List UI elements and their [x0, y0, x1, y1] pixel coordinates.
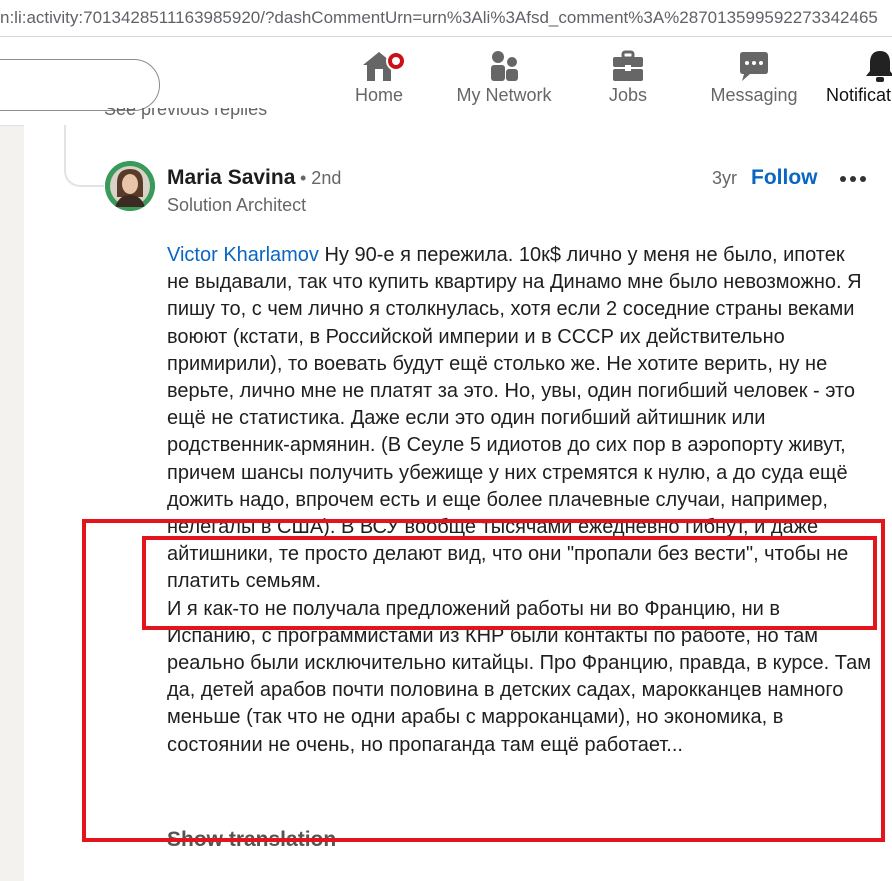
- nav-jobs[interactable]: Jobs: [606, 49, 650, 106]
- comment-author[interactable]: Maria Savina: [167, 166, 295, 190]
- search-input[interactable]: [0, 59, 160, 111]
- nav-home[interactable]: Home: [352, 49, 406, 106]
- network-icon: [491, 51, 518, 81]
- avatar-photo: [105, 161, 155, 211]
- show-translation-button[interactable]: Show translation: [167, 828, 336, 852]
- messaging-icon: [740, 52, 768, 81]
- notification-dot: [386, 51, 406, 71]
- nav-label-notifications: Notificat: [826, 85, 892, 105]
- see-previous-replies[interactable]: See previous replies: [104, 108, 267, 130]
- nav-label-messaging: Messaging: [710, 85, 798, 105]
- nav-my-network[interactable]: My Network: [452, 49, 556, 106]
- author-headline: Solution Architect: [167, 195, 307, 215]
- url-text[interactable]: n:li:activity:7013428511163985920/?dashC…: [0, 8, 892, 28]
- nav-messaging[interactable]: Messaging: [708, 49, 800, 106]
- comment-body: Victor Kharlamov Ну 90-е я пережила. 10к…: [167, 242, 872, 759]
- nav-label-jobs: Jobs: [608, 85, 648, 105]
- nav-notifications[interactable]: Notificat: [826, 49, 892, 106]
- thread-connector: [64, 125, 104, 187]
- nav-label-my-network: My Network: [456, 85, 552, 105]
- avatar[interactable]: [105, 161, 155, 211]
- comment-paragraph-2: И я как-то не получала предложений работ…: [167, 597, 871, 756]
- browser-address-bar[interactable]: n:li:activity:7013428511163985920/?dashC…: [0, 0, 892, 37]
- connection-degree: • 2nd: [300, 168, 342, 188]
- comment-paragraph-1: Ну 90-е я пережила. 10к$ лично у меня не…: [167, 244, 862, 593]
- nav-label-home: Home: [354, 85, 403, 105]
- mention-link[interactable]: Victor Kharlamov: [167, 244, 319, 266]
- follow-button[interactable]: Follow: [751, 166, 818, 190]
- briefcase-icon: [613, 50, 643, 81]
- more-icon[interactable]: [840, 176, 866, 182]
- comment-time: 3yr: [712, 168, 738, 188]
- bell-icon: [866, 51, 892, 82]
